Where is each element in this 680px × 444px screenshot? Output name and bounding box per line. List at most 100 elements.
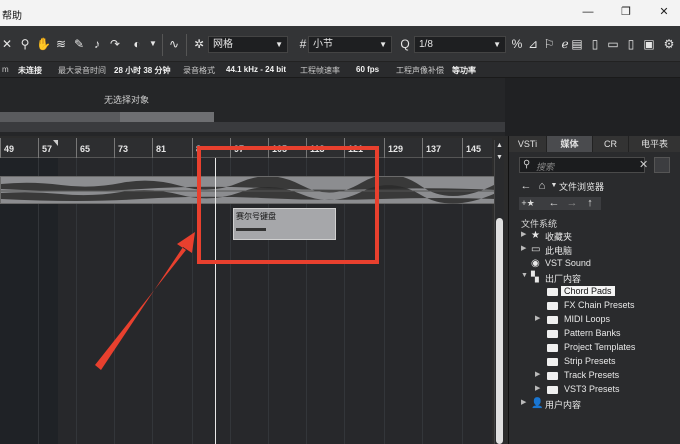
folder-icon xyxy=(547,386,558,394)
folder-icon xyxy=(547,330,558,338)
folder-icon xyxy=(547,344,558,352)
browser-nav: ← ⌂ ▼ 文件浏览器 xyxy=(519,178,679,194)
pan-law-label: 工程声像补偿 xyxy=(396,66,444,75)
hand-tool-icon[interactable]: ✋ xyxy=(36,37,51,51)
pan-law-value: 等功率 xyxy=(452,66,476,75)
folder-icon xyxy=(547,288,558,296)
tool-shape-icon[interactable]: ⊿ xyxy=(526,37,540,51)
disc-icon: ◉ xyxy=(531,258,540,269)
quantize-select[interactable]: 1/8 ▼ xyxy=(414,36,506,53)
expand-icon[interactable]: ▶ xyxy=(535,384,543,392)
auto-scroll-icon[interactable]: ∿ xyxy=(167,37,181,51)
tab-media[interactable]: 媒体 xyxy=(547,136,593,152)
left-zone-icon[interactable]: ▯ xyxy=(588,37,602,51)
chevron-down-icon: ▼ xyxy=(275,40,283,49)
connection-status: 未连接 xyxy=(18,66,42,75)
user-icon: 👤 xyxy=(531,398,544,409)
overview-viewport[interactable] xyxy=(120,112,214,122)
chevron-down-icon: ▼ xyxy=(379,40,387,49)
ruler-tick: 65 xyxy=(76,138,90,158)
expand-icon[interactable]: ▶ xyxy=(521,398,529,406)
star-icon: ★ xyxy=(531,230,540,241)
overview-track xyxy=(0,122,505,132)
expand-icon[interactable]: ▶ xyxy=(535,370,543,378)
color-tool-icon[interactable]: ◐ xyxy=(130,37,144,51)
no-selection-label: 无选择对象 xyxy=(104,95,150,105)
grid-type-select[interactable]: 小节 ▼ xyxy=(308,36,392,53)
restore-icon[interactable]: ❐ xyxy=(618,4,634,20)
scrollbar-thumb[interactable] xyxy=(496,218,503,444)
frame-rate-label: 工程帧速率 xyxy=(300,66,340,75)
snap-type-select[interactable]: 网格 ▼ xyxy=(208,36,288,53)
info-label: m xyxy=(2,65,9,74)
right-zone-icon[interactable]: ▯ xyxy=(624,37,638,51)
window-layout-icon[interactable]: ▣ xyxy=(642,37,656,51)
search-icon: ⚲ xyxy=(523,159,531,170)
nav-back-icon[interactable]: ← xyxy=(547,195,561,211)
ruler-tick: 137 xyxy=(422,138,441,158)
chevron-down-icon: ▼ xyxy=(493,40,501,49)
locator-marker[interactable] xyxy=(53,140,58,146)
tab-vsti[interactable]: VSTi xyxy=(509,136,547,152)
clear-search-icon[interactable]: ✕ xyxy=(639,158,648,171)
ruler-tick: 145 xyxy=(462,138,481,158)
ruler-tick: 8 xyxy=(192,138,201,158)
search-field[interactable]: ⚲ 搜索 xyxy=(519,157,645,173)
browser-toolbar: +★ ← → ↑ xyxy=(519,197,601,210)
back-arrow-icon[interactable]: ← xyxy=(519,178,533,194)
search-input[interactable]: 搜索 xyxy=(536,160,554,173)
comp-tool-icon[interactable]: ↷ xyxy=(108,37,122,51)
nav-up-icon[interactable]: ↑ xyxy=(583,195,597,211)
draw-tool-icon[interactable]: ✎ xyxy=(72,37,86,51)
max-record-time-label: 最大录音时间 xyxy=(58,66,106,75)
scroll-down-icon[interactable]: ▼ xyxy=(496,154,503,161)
minimize-icon[interactable]: — xyxy=(580,4,596,20)
ruler-tick: 129 xyxy=(384,138,403,158)
section-filesystem: 文件系统 xyxy=(521,219,558,229)
flag-icon[interactable]: ⚐ xyxy=(542,37,556,51)
menu-help[interactable]: 帮助 xyxy=(2,7,22,22)
browser-path: 文件浏览器 xyxy=(559,182,605,192)
max-record-time-value: 28 小时 38 分钟 xyxy=(114,66,171,75)
record-format-label: 录音格式 xyxy=(183,66,215,75)
speaker-icon[interactable]: ♪ xyxy=(90,37,104,51)
status-info-bar: m 未连接 最大录音时间 28 小时 38 分钟 录音格式 44.1 kHz -… xyxy=(0,62,680,78)
lower-zone-icon[interactable]: ▭ xyxy=(606,37,620,51)
iterative-quantize-icon[interactable]: % xyxy=(510,37,524,51)
color-dropdown-icon[interactable]: ▼ xyxy=(146,37,160,51)
quantize-icon[interactable]: Q xyxy=(398,37,412,51)
add-favorite-icon[interactable]: +★ xyxy=(521,195,535,211)
zoom-tool-icon[interactable]: ⚲ xyxy=(18,37,32,51)
close-icon[interactable]: ✕ xyxy=(656,4,672,20)
expand-icon[interactable]: ▶ xyxy=(521,244,529,252)
factory-icon: ▚ xyxy=(531,272,539,283)
record-format-value: 44.1 kHz - 24 bit xyxy=(226,65,287,74)
toolbar: ✕ ⚲ ✋ ≋ ✎ ♪ ↷ ◐ ▼ ∿ ✲ 网格 ▼ # 小节 ▼ Q 1/8 ▼ %… xyxy=(0,26,680,62)
expand-icon[interactable]: ▶ xyxy=(535,314,543,322)
media-panel: VSTi 媒体 CR 电平表 ⚲ 搜索 ✕ ← ⌂ ▼ 文件浏览器 +★ ← →… xyxy=(508,136,680,444)
collapse-icon[interactable]: ▼ xyxy=(521,272,529,279)
snap-icon[interactable]: ✲ xyxy=(192,37,206,51)
ruler-tick: 73 xyxy=(114,138,128,158)
expand-icon[interactable]: ▶ xyxy=(521,230,529,238)
keyboard-icon[interactable]: ▤ xyxy=(570,37,584,51)
tab-meter[interactable]: 电平表 xyxy=(629,136,680,152)
nav-forward-icon[interactable]: → xyxy=(565,195,579,211)
delete-tool-icon[interactable]: ✕ xyxy=(0,37,14,51)
folder-icon xyxy=(547,302,558,310)
folder-icon xyxy=(547,358,558,366)
time-warp-icon[interactable]: ≋ xyxy=(54,37,68,51)
highlight-box xyxy=(197,146,379,264)
vertical-scrollbar[interactable]: ▲ ▼ xyxy=(494,140,504,444)
folder-icon xyxy=(547,372,558,380)
ruler-tick: 49 xyxy=(0,138,14,158)
menu-bar: 帮助 — ❐ ✕ xyxy=(0,0,680,26)
settings-icon[interactable]: ⚙ xyxy=(662,37,676,51)
ruler-tick: 57 xyxy=(38,138,52,158)
search-options-icon[interactable] xyxy=(654,157,670,173)
ruler-tick: 81 xyxy=(152,138,166,158)
scroll-up-icon[interactable]: ▲ xyxy=(496,142,503,149)
tab-cr[interactable]: CR xyxy=(593,136,629,152)
inspector-strip: 无选择对象 xyxy=(0,78,505,136)
right-zone-header xyxy=(505,78,680,136)
